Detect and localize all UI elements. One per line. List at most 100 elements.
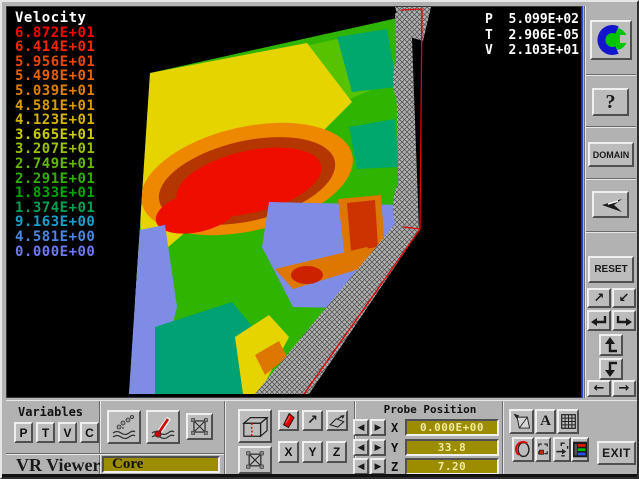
legend-entry: 4.581E+00 bbox=[15, 230, 95, 245]
readout-label: P bbox=[485, 12, 493, 28]
probe-z-label: Z bbox=[391, 460, 398, 474]
snapshot-button[interactable] bbox=[509, 409, 534, 434]
probe-x-decrement-button[interactable]: ◀ bbox=[353, 419, 369, 436]
probe-y-increment-button[interactable]: ▶ bbox=[370, 439, 386, 456]
legend-entry: 5.956E+01 bbox=[15, 55, 95, 70]
probe-y-decrement-button[interactable]: ◀ bbox=[353, 439, 369, 456]
divider bbox=[586, 231, 636, 233]
axis-x-button[interactable]: X bbox=[278, 441, 299, 463]
particle-trace-button[interactable] bbox=[107, 410, 141, 444]
divider bbox=[584, 6, 586, 398]
legend-entry: 3.665E+01 bbox=[15, 128, 95, 143]
arrow-right-triangle-icon: ▶ bbox=[375, 442, 382, 453]
axis-y-button[interactable]: Y bbox=[302, 441, 323, 463]
iso-surface-button[interactable] bbox=[512, 437, 534, 462]
surface-arrow-icon bbox=[328, 413, 346, 429]
variable-v-label: V bbox=[63, 426, 71, 440]
domain-button[interactable]: DOMAIN bbox=[588, 142, 634, 167]
arrow-left-triangle-icon: ◀ bbox=[358, 442, 365, 453]
cut-box-icon bbox=[240, 413, 270, 439]
reset-button[interactable]: RESET bbox=[588, 256, 634, 283]
core-selector-value: Core bbox=[112, 456, 143, 473]
probe-z-decrement-button[interactable]: ◀ bbox=[353, 458, 369, 475]
legend-entry: 4.581E+01 bbox=[15, 99, 95, 114]
legend-entry: 3.207E+01 bbox=[15, 142, 95, 157]
variable-c-button[interactable]: C bbox=[80, 422, 99, 443]
move-probe-button[interactable] bbox=[553, 437, 571, 462]
probe-z-field[interactable]: 7.20 bbox=[405, 458, 499, 475]
viewport-3d[interactable]: Velocity 6.872E+016.414E+015.956E+015.49… bbox=[6, 6, 582, 398]
readout-value: 5.099E+02 bbox=[509, 12, 579, 28]
rotate-down-left-button[interactable]: ↙ bbox=[612, 288, 636, 308]
plane-move-button[interactable]: ↗ bbox=[302, 410, 323, 431]
variable-v-button[interactable]: V bbox=[58, 422, 77, 443]
clip-box-button[interactable] bbox=[238, 446, 272, 474]
pan-left-button[interactable]: ← bbox=[587, 380, 611, 397]
probe-y-field[interactable]: 33.8 bbox=[405, 439, 499, 456]
divider bbox=[224, 401, 226, 475]
probe-x-field[interactable]: 0.000E+00 bbox=[405, 419, 499, 436]
readout-row: T 2.906E-05 bbox=[485, 28, 579, 44]
readout-label: T bbox=[485, 28, 493, 44]
probe-z-increment-button[interactable]: ▶ bbox=[370, 458, 386, 475]
variables-label: Variables bbox=[18, 405, 83, 419]
color-legend-button[interactable] bbox=[571, 437, 589, 462]
axis-y-label: Y bbox=[308, 445, 316, 459]
probe-position-title: Probe Position bbox=[358, 403, 502, 416]
arrow-right-triangle-icon: ▶ bbox=[375, 422, 382, 433]
snapshot-icon bbox=[512, 412, 531, 431]
axis-z-label: Z bbox=[333, 445, 340, 459]
divider bbox=[586, 126, 636, 128]
legend-entry: 2.291E+01 bbox=[15, 172, 95, 187]
arrow-sw-icon: ↙ bbox=[619, 291, 630, 306]
core-selector[interactable]: Core bbox=[102, 456, 220, 473]
legend-entry: 5.039E+01 bbox=[15, 84, 95, 99]
arrow-left-icon: ← bbox=[594, 381, 605, 396]
probe-x-increment-button[interactable]: ▶ bbox=[370, 419, 386, 436]
variable-t-button[interactable]: T bbox=[36, 422, 55, 443]
app-title: VR Viewer bbox=[16, 455, 100, 476]
bottom-control-panel: Variables P T V C VR Viewer bbox=[6, 400, 637, 475]
probe-x-label: X bbox=[391, 421, 398, 435]
ribbon-3d-icon bbox=[515, 440, 532, 459]
turn-up-button[interactable] bbox=[599, 334, 623, 356]
orientation-button[interactable] bbox=[592, 191, 629, 218]
annotate-label: A bbox=[540, 413, 551, 430]
crossed-box-icon bbox=[190, 417, 209, 436]
region-select-button[interactable] bbox=[535, 437, 551, 462]
rotate-right-button[interactable] bbox=[612, 310, 636, 331]
plane-normal-button[interactable] bbox=[278, 410, 299, 431]
variable-p-button[interactable]: P bbox=[14, 422, 33, 443]
legend-entries: 6.872E+016.414E+015.956E+015.498E+015.03… bbox=[15, 26, 95, 260]
grid-toggle-button[interactable] bbox=[186, 413, 213, 440]
divider bbox=[586, 178, 636, 180]
divider bbox=[586, 74, 636, 76]
annotate-text-button[interactable]: A bbox=[535, 409, 556, 434]
probe-temperature-button[interactable] bbox=[146, 410, 180, 444]
arrow-ne-icon: ↗ bbox=[594, 291, 605, 306]
legend-entry: 9.163E+00 bbox=[15, 215, 95, 230]
exit-button[interactable]: EXIT bbox=[597, 441, 636, 465]
legend-title: Velocity bbox=[15, 11, 95, 26]
axis-z-button[interactable]: Z bbox=[326, 441, 347, 463]
sidebar-toolbar: ? DOMAIN RESET ↗ ↙ bbox=[584, 6, 637, 398]
legend-entry: 1.374E+01 bbox=[15, 201, 95, 216]
focus-highlight bbox=[582, 6, 583, 398]
arrow-right-icon: → bbox=[619, 381, 630, 396]
probe-x-value: 0.000E+00 bbox=[420, 421, 484, 434]
cfd-logo-icon bbox=[593, 24, 629, 56]
cut-plane-button[interactable] bbox=[238, 409, 272, 443]
vr-viewer-window: Velocity 6.872E+016.414E+015.956E+015.49… bbox=[0, 0, 639, 479]
probe-y-label: Y bbox=[391, 441, 398, 455]
probe-readout: P 5.099E+02 T 2.906E-05 V 2.103E+01 bbox=[485, 12, 579, 59]
pointer-dart-icon bbox=[598, 196, 624, 214]
show-grid-button[interactable] bbox=[557, 409, 579, 434]
plane-sweep-button[interactable] bbox=[326, 410, 348, 431]
rotate-left-button[interactable] bbox=[587, 310, 611, 331]
logo-button[interactable] bbox=[590, 20, 632, 60]
help-button[interactable]: ? bbox=[592, 88, 629, 116]
turn-down-button[interactable] bbox=[599, 358, 623, 380]
legend-entry: 4.123E+01 bbox=[15, 113, 95, 128]
pan-right-button[interactable]: → bbox=[612, 380, 636, 397]
rotate-up-right-button[interactable]: ↗ bbox=[587, 288, 611, 308]
